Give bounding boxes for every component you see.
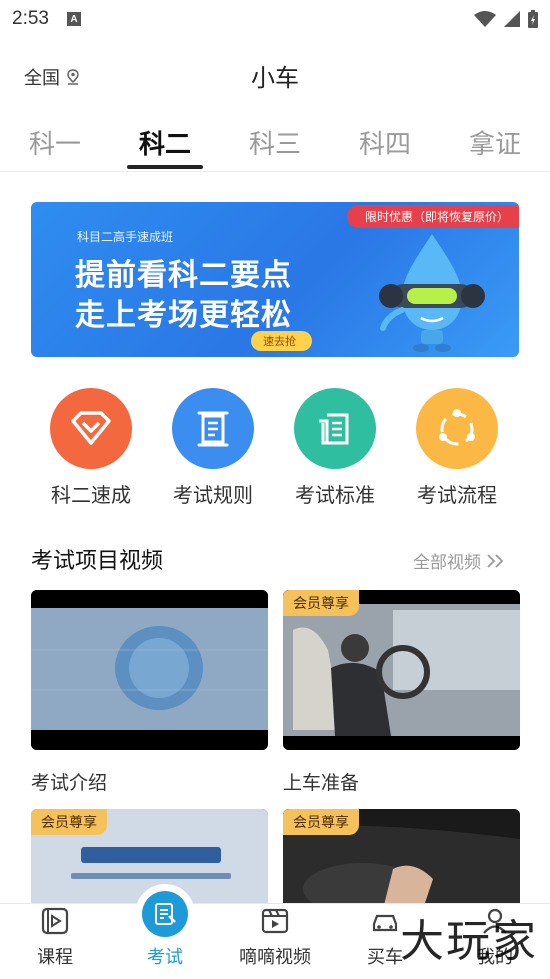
nav-exam[interactable]: 考试 — [110, 884, 220, 979]
tab-subject-2[interactable]: 科二 — [110, 112, 220, 171]
all-videos-link[interactable]: 全部视频 — [413, 548, 505, 573]
video-card[interactable]: 考试介绍 — [31, 590, 268, 800]
tab-subject-1[interactable]: 科一 — [0, 112, 110, 171]
vip-badge: 会员尊享 — [283, 809, 359, 835]
vip-badge: 会员尊享 — [31, 809, 107, 835]
document-icon — [294, 388, 376, 469]
double-chevron-right-icon — [487, 553, 504, 568]
video-thumbnail-image — [31, 590, 268, 750]
banner-cta-button[interactable]: 速去抢 — [251, 331, 312, 351]
battery-icon — [528, 10, 538, 28]
scroll-icon — [172, 388, 254, 469]
video-title: 考试介绍 — [31, 772, 108, 794]
feature-grid: 科二速成 考试规则 考试标准 考试流程 — [30, 388, 518, 508]
video-title: 上车准备 — [283, 772, 360, 794]
car-icon — [369, 905, 401, 937]
limited-offer-badge: 限时优惠（即将恢复原价） — [346, 205, 519, 228]
feature-label: 考试规则 — [173, 483, 253, 507]
nav-exam-bubble — [135, 884, 195, 944]
wifi-icon — [474, 11, 496, 27]
nav-label: 考试 — [147, 947, 183, 968]
tab-subject-3[interactable]: 科三 — [220, 112, 330, 171]
status-time: 2:53 — [12, 8, 49, 29]
banner-headline-2: 走上考场更轻松 — [75, 298, 292, 333]
videos-section-header: 考试项目视频 全部视频 — [31, 543, 519, 575]
promo-banner[interactable]: 科目二高手速成班 提前看科二要点 走上考场更轻松 限时优惠（即将恢复原价） 速去… — [31, 202, 519, 357]
tab-subject-4[interactable]: 科四 — [330, 112, 440, 171]
nav-label: 买车 — [367, 947, 403, 968]
nav-videos[interactable]: 嘀嘀视频 — [220, 904, 330, 979]
feature-quick-course[interactable]: 科二速成 — [30, 388, 152, 508]
video-thumbnail: 会员尊享 — [283, 809, 520, 909]
all-videos-label: 全部视频 — [413, 553, 481, 573]
video-card[interactable]: 会员尊享 — [283, 809, 520, 909]
video-thumbnail — [31, 590, 268, 750]
exam-icon — [142, 891, 188, 937]
notification-icon: A — [66, 12, 81, 26]
vip-badge: 会员尊享 — [283, 590, 359, 616]
course-icon — [39, 905, 71, 937]
video-thumbnail: 会员尊享 — [283, 590, 520, 750]
subject-tabs: 科一 科二 科三 科四 拿证 — [0, 112, 550, 172]
page-title: 小车 — [251, 64, 299, 92]
status-right — [474, 10, 538, 28]
nav-label: 课程 — [37, 947, 73, 968]
signal-icon — [504, 11, 520, 27]
feature-exam-process[interactable]: 考试流程 — [396, 388, 518, 508]
banner-kicker: 科目二高手速成班 — [77, 230, 174, 244]
feature-exam-rules[interactable]: 考试规则 — [152, 388, 274, 508]
cycle-icon — [416, 388, 498, 469]
feature-label: 考试流程 — [417, 483, 497, 507]
mascot-illustration — [379, 234, 485, 352]
video-icon — [259, 905, 291, 937]
video-card[interactable]: 会员尊享 上车准备 — [283, 590, 520, 800]
tab-get-license[interactable]: 拿证 — [440, 112, 550, 171]
nav-label: 嘀嘀视频 — [239, 947, 311, 968]
nav-course[interactable]: 课程 — [0, 904, 110, 979]
section-title: 考试项目视频 — [31, 549, 164, 574]
status-bar: 2:53 A — [0, 0, 550, 38]
feature-label: 科二速成 — [51, 483, 131, 507]
header: 全国 小车 — [0, 48, 550, 104]
diamond-icon — [50, 388, 132, 469]
banner-headline-1: 提前看科二要点 — [75, 258, 292, 293]
feature-label: 考试标准 — [295, 483, 375, 507]
watermark: 大玩家 — [400, 916, 538, 967]
feature-exam-standards[interactable]: 考试标准 — [274, 388, 396, 508]
